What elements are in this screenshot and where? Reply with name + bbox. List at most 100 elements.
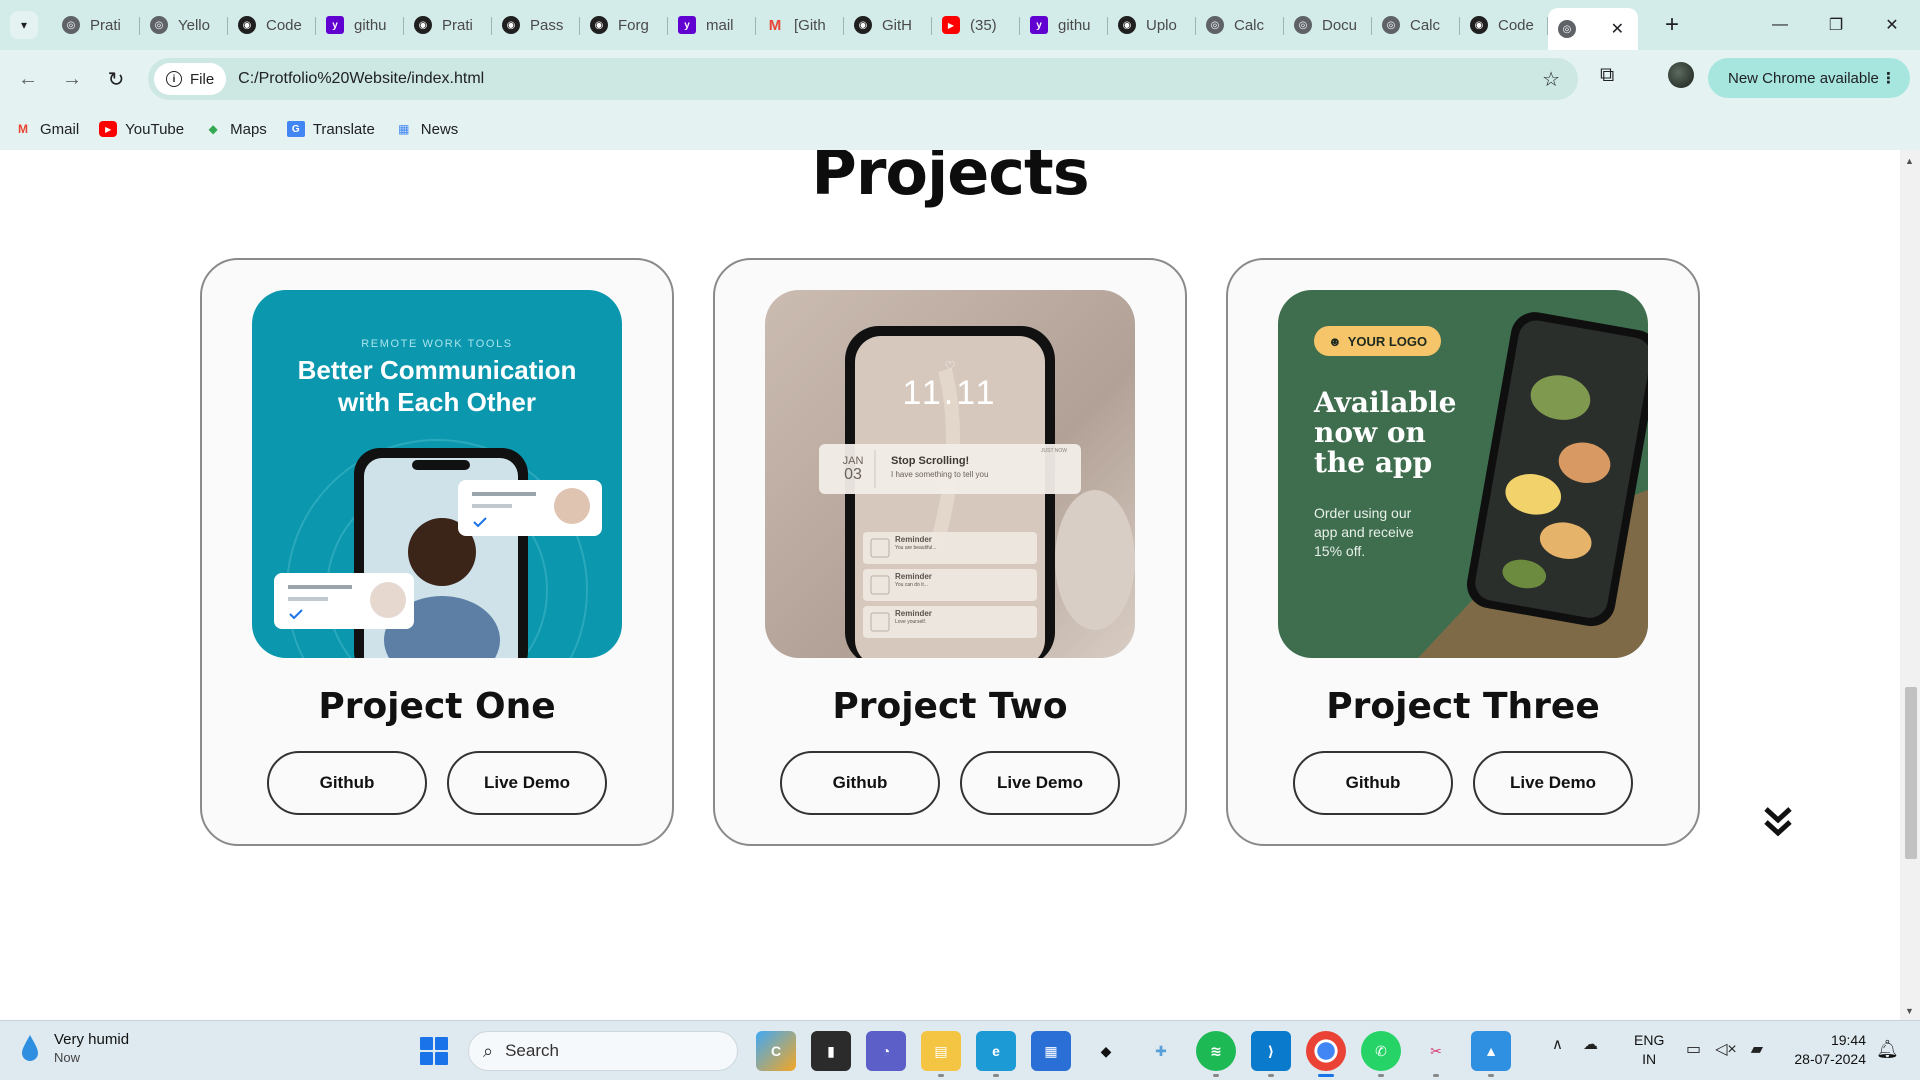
window-controls: — ❐ ✕ <box>1752 0 1920 50</box>
snipping-tool-icon[interactable]: ✂ <box>1416 1031 1456 1077</box>
url-text[interactable]: C:/Protfolio%20Website/index.html <box>238 70 484 88</box>
tab-label: Uplo <box>1146 16 1177 34</box>
reminder-text: You can do it... <box>895 582 928 588</box>
extensions-icon[interactable]: ⧉ <box>1600 64 1614 87</box>
weather-widget[interactable]: Very humid Now <box>20 1031 129 1065</box>
app-icon[interactable]: ✚ <box>1141 1031 1181 1071</box>
water-drop-icon <box>22 1035 38 1061</box>
bookmark-label: Gmail <box>40 120 80 138</box>
translate-icon: G <box>286 121 305 137</box>
reminder-text: You are beautiful... <box>895 545 937 551</box>
meet-icon[interactable]: ◔ <box>866 1031 906 1071</box>
scroll-up-icon[interactable]: ▲ <box>1905 156 1914 166</box>
bookmark-news[interactable]: ▦ News <box>395 121 458 138</box>
bookmark-gmail[interactable]: M Gmail <box>14 121 79 138</box>
tab[interactable]: y githu <box>1020 8 1108 42</box>
tab[interactable]: ◎ Yello <box>140 8 228 42</box>
close-window-icon[interactable]: ✕ <box>1864 0 1920 50</box>
chevron-up-icon[interactable]: ∧ <box>1552 1035 1563 1053</box>
dropbox-icon[interactable]: ◆ <box>1086 1031 1126 1071</box>
tab-label: (35) <box>970 16 997 34</box>
tab[interactable]: ◉ Prati <box>404 8 492 42</box>
taskbar-apps: C ▮ ◔ ▤ e ▦ ◆ ✚ ≋ ⟩ ✆ ✂ ▲ <box>756 1031 1526 1077</box>
restore-icon[interactable]: ❐ <box>1808 0 1864 50</box>
tab[interactable]: ◎ Calc <box>1372 8 1460 42</box>
tab[interactable]: M [Gith <box>756 8 844 42</box>
clock[interactable]: 19:44 28-07-2024 <box>1786 1031 1866 1069</box>
double-chevron-down-icon[interactable] <box>1763 805 1793 839</box>
tab[interactable]: ◎ Prati <box>52 8 140 42</box>
onedrive-icon[interactable]: ☁ <box>1583 1035 1598 1053</box>
project-thumbnail: REMOTE WORK TOOLS Better Communication w… <box>252 290 622 658</box>
profile-avatar[interactable] <box>1668 62 1694 88</box>
tab-search-icon[interactable]: ▾ <box>10 11 38 39</box>
live-demo-button[interactable]: Live Demo <box>447 751 607 815</box>
notice-day: 03 <box>844 466 862 483</box>
spotify-icon[interactable]: ≋ <box>1196 1031 1236 1077</box>
edge-icon[interactable]: e <box>976 1031 1016 1077</box>
globe-icon: ◎ <box>1382 16 1400 34</box>
scroll-down-icon[interactable]: ▼ <box>1905 1006 1914 1016</box>
github-icon: ◉ <box>854 16 872 34</box>
store-icon[interactable]: ▦ <box>1031 1031 1071 1071</box>
reload-icon[interactable]: ↻ <box>94 59 138 99</box>
tab-label: Calc <box>1234 16 1265 34</box>
tab[interactable]: ◎ Calc <box>1196 8 1284 42</box>
github-button[interactable]: Github <box>267 751 427 815</box>
tab-active[interactable]: ◎ ✕ <box>1548 8 1638 50</box>
vscode-icon[interactable]: ⟩ <box>1251 1031 1291 1077</box>
close-tab-icon[interactable]: ✕ <box>1611 19 1624 39</box>
tab[interactable]: ◉ Uplo <box>1108 8 1196 42</box>
chrome-icon[interactable] <box>1306 1031 1346 1077</box>
reminder-item: Reminder You can do it... <box>895 572 932 590</box>
tab[interactable]: ▶ (35) <box>932 8 1020 42</box>
live-demo-button[interactable]: Live Demo <box>1473 751 1633 815</box>
photos-icon[interactable]: ▲ <box>1471 1031 1511 1077</box>
page-scrollbar[interactable]: ▲ ▼ <box>1900 150 1920 1020</box>
github-icon: ◉ <box>1470 16 1488 34</box>
tab[interactable]: ◉ Code <box>228 8 316 42</box>
github-button[interactable]: Github <box>1293 751 1453 815</box>
status-icons[interactable]: ▭ ◁× ▰ <box>1686 1039 1777 1059</box>
bookmark-youtube[interactable]: ▶ YouTube <box>99 121 184 138</box>
back-arrow-icon[interactable]: ← <box>6 59 50 99</box>
tab[interactable]: ◉ Code <box>1460 8 1548 42</box>
github-button[interactable]: Github <box>780 751 940 815</box>
info-icon: i <box>166 71 182 87</box>
bookmarks-bar: M Gmail ▶ YouTube ◆ Maps G Translate ▦ News <box>0 108 1920 150</box>
tab[interactable]: y mail <box>668 8 756 42</box>
whatsapp-icon[interactable]: ✆ <box>1361 1031 1401 1077</box>
tab[interactable]: y githu <box>316 8 404 42</box>
tab-label: Code <box>1498 16 1534 34</box>
copilot-icon[interactable]: C <box>756 1031 796 1071</box>
bookmark-label: YouTube <box>125 120 185 138</box>
tab[interactable]: ◎ Docu <box>1284 8 1372 42</box>
windows-start-icon[interactable] <box>420 1037 448 1065</box>
bookmark-maps[interactable]: ◆ Maps <box>204 121 267 138</box>
globe-icon: ◎ <box>1558 20 1576 38</box>
live-demo-button[interactable]: Live Demo <box>960 751 1120 815</box>
site-info-chip[interactable]: i File <box>154 63 227 95</box>
project-title: Project Three <box>1326 686 1600 727</box>
terminal-icon[interactable]: ▮ <box>811 1031 851 1071</box>
project-thumbnail: ☻ YOUR LOGO Available now on the app Orde… <box>1278 290 1648 658</box>
scrollbar-thumb[interactable] <box>1905 687 1917 859</box>
heart-icon: ♡ <box>945 359 956 373</box>
tab[interactable]: ◉ Pass <box>492 8 580 42</box>
bookmark-star-icon[interactable]: ☆ <box>1542 67 1560 92</box>
notification-bell-icon[interactable]: 🔔︎ <box>1876 1039 1899 1060</box>
forward-arrow-icon[interactable]: → <box>50 59 94 99</box>
thumb-subtext: Order using our app and receive 15% off. <box>1314 504 1444 561</box>
tab[interactable]: ◉ Forg <box>580 8 668 42</box>
yahoo-icon: y <box>326 16 344 34</box>
bookmark-translate[interactable]: G Translate <box>286 121 375 138</box>
tab[interactable]: ◉ GitH <box>844 8 932 42</box>
taskbar-search[interactable]: ⌕ Search <box>468 1031 738 1071</box>
language-indicator[interactable]: ENG IN <box>1634 1031 1664 1069</box>
update-chrome-button[interactable]: New Chrome available ⋮ <box>1708 58 1910 98</box>
news-icon: ▦ <box>398 122 410 136</box>
address-bar[interactable]: i File C:/Protfolio%20Website/index.html… <box>148 58 1578 100</box>
minimize-icon[interactable]: — <box>1752 0 1808 50</box>
new-tab-button[interactable]: + <box>1658 11 1686 39</box>
file-explorer-icon[interactable]: ▤ <box>921 1031 961 1077</box>
